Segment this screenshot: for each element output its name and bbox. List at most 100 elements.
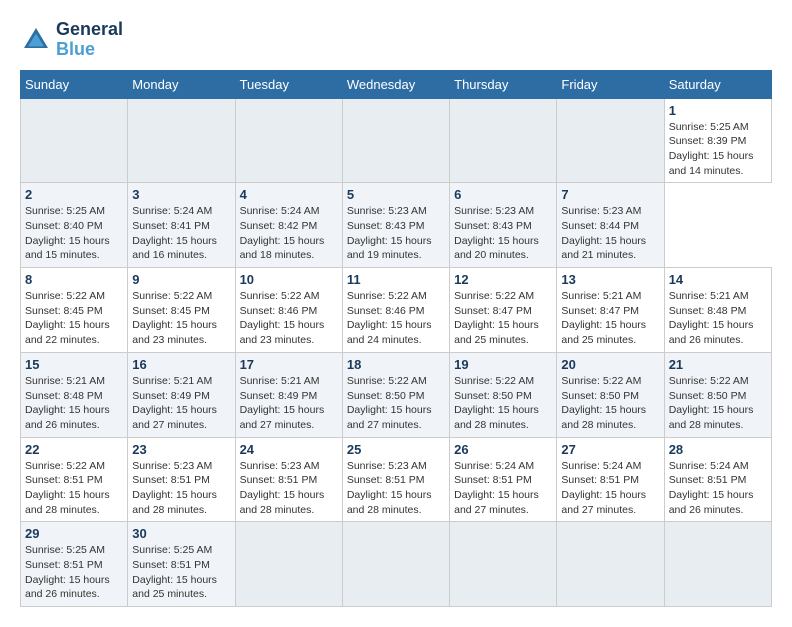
calendar-cell: 27 Sunrise: 5:24 AM Sunset: 8:51 PM Dayl…: [557, 437, 664, 522]
daylight-text: Daylight: 15 hours and 25 minutes.: [561, 318, 659, 347]
daylight-text: Daylight: 15 hours and 25 minutes.: [132, 573, 230, 602]
daylight-text: Daylight: 15 hours and 20 minutes.: [454, 234, 552, 263]
daylight-text: Daylight: 15 hours and 26 minutes.: [669, 488, 767, 517]
calendar-cell: 9 Sunrise: 5:22 AM Sunset: 8:45 PM Dayli…: [128, 268, 235, 353]
calendar-cell: 28 Sunrise: 5:24 AM Sunset: 8:51 PM Dayl…: [664, 437, 771, 522]
day-info: Sunrise: 5:24 AM Sunset: 8:42 PM Dayligh…: [240, 204, 338, 263]
calendar-cell: 7 Sunrise: 5:23 AM Sunset: 8:44 PM Dayli…: [557, 183, 664, 268]
day-number: 6: [454, 187, 552, 202]
daylight-text: Daylight: 15 hours and 23 minutes.: [132, 318, 230, 347]
sunset-text: Sunset: 8:51 PM: [240, 473, 338, 488]
daylight-text: Daylight: 15 hours and 28 minutes.: [561, 403, 659, 432]
calendar-cell: [235, 98, 342, 183]
day-of-week-wednesday: Wednesday: [342, 70, 449, 98]
calendar-cell: 5 Sunrise: 5:23 AM Sunset: 8:43 PM Dayli…: [342, 183, 449, 268]
day-info: Sunrise: 5:21 AM Sunset: 8:49 PM Dayligh…: [132, 374, 230, 433]
calendar-week-row: 8 Sunrise: 5:22 AM Sunset: 8:45 PM Dayli…: [21, 268, 772, 353]
day-number: 25: [347, 442, 445, 457]
sunset-text: Sunset: 8:51 PM: [132, 558, 230, 573]
day-number: 13: [561, 272, 659, 287]
sunrise-text: Sunrise: 5:24 AM: [669, 459, 767, 474]
calendar-cell: 4 Sunrise: 5:24 AM Sunset: 8:42 PM Dayli…: [235, 183, 342, 268]
sunrise-text: Sunrise: 5:21 AM: [669, 289, 767, 304]
sunrise-text: Sunrise: 5:25 AM: [669, 120, 767, 135]
daylight-text: Daylight: 15 hours and 26 minutes.: [669, 318, 767, 347]
day-info: Sunrise: 5:22 AM Sunset: 8:50 PM Dayligh…: [669, 374, 767, 433]
day-number: 3: [132, 187, 230, 202]
sunset-text: Sunset: 8:51 PM: [132, 473, 230, 488]
day-info: Sunrise: 5:21 AM Sunset: 8:48 PM Dayligh…: [25, 374, 123, 433]
day-number: 24: [240, 442, 338, 457]
sunset-text: Sunset: 8:42 PM: [240, 219, 338, 234]
day-number: 22: [25, 442, 123, 457]
daylight-text: Daylight: 15 hours and 25 minutes.: [454, 318, 552, 347]
daylight-text: Daylight: 15 hours and 27 minutes.: [561, 488, 659, 517]
sunrise-text: Sunrise: 5:23 AM: [347, 459, 445, 474]
day-info: Sunrise: 5:23 AM Sunset: 8:51 PM Dayligh…: [240, 459, 338, 518]
calendar-cell: [235, 522, 342, 607]
day-number: 11: [347, 272, 445, 287]
sunset-text: Sunset: 8:48 PM: [669, 304, 767, 319]
day-info: Sunrise: 5:25 AM Sunset: 8:39 PM Dayligh…: [669, 120, 767, 179]
calendar-cell: 8 Sunrise: 5:22 AM Sunset: 8:45 PM Dayli…: [21, 268, 128, 353]
calendar-cell: [557, 98, 664, 183]
day-info: Sunrise: 5:22 AM Sunset: 8:45 PM Dayligh…: [132, 289, 230, 348]
day-info: Sunrise: 5:23 AM Sunset: 8:51 PM Dayligh…: [347, 459, 445, 518]
calendar-cell: 25 Sunrise: 5:23 AM Sunset: 8:51 PM Dayl…: [342, 437, 449, 522]
daylight-text: Daylight: 15 hours and 23 minutes.: [240, 318, 338, 347]
sunset-text: Sunset: 8:46 PM: [347, 304, 445, 319]
sunrise-text: Sunrise: 5:22 AM: [347, 289, 445, 304]
calendar-cell: 29 Sunrise: 5:25 AM Sunset: 8:51 PM Dayl…: [21, 522, 128, 607]
day-info: Sunrise: 5:21 AM Sunset: 8:47 PM Dayligh…: [561, 289, 659, 348]
calendar-cell: [21, 98, 128, 183]
calendar-cell: 26 Sunrise: 5:24 AM Sunset: 8:51 PM Dayl…: [450, 437, 557, 522]
daylight-text: Daylight: 15 hours and 28 minutes.: [454, 403, 552, 432]
sunset-text: Sunset: 8:51 PM: [561, 473, 659, 488]
day-info: Sunrise: 5:22 AM Sunset: 8:47 PM Dayligh…: [454, 289, 552, 348]
calendar-cell: 10 Sunrise: 5:22 AM Sunset: 8:46 PM Dayl…: [235, 268, 342, 353]
sunrise-text: Sunrise: 5:22 AM: [454, 289, 552, 304]
sunrise-text: Sunrise: 5:23 AM: [454, 204, 552, 219]
sunrise-text: Sunrise: 5:24 AM: [561, 459, 659, 474]
daylight-text: Daylight: 15 hours and 27 minutes.: [347, 403, 445, 432]
sunrise-text: Sunrise: 5:22 AM: [132, 289, 230, 304]
daylight-text: Daylight: 15 hours and 27 minutes.: [132, 403, 230, 432]
day-info: Sunrise: 5:22 AM Sunset: 8:46 PM Dayligh…: [347, 289, 445, 348]
daylight-text: Daylight: 15 hours and 28 minutes.: [240, 488, 338, 517]
sunset-text: Sunset: 8:50 PM: [454, 389, 552, 404]
sunrise-text: Sunrise: 5:22 AM: [454, 374, 552, 389]
logo-icon: [20, 24, 52, 56]
sunset-text: Sunset: 8:47 PM: [454, 304, 552, 319]
calendar-cell: 20 Sunrise: 5:22 AM Sunset: 8:50 PM Dayl…: [557, 352, 664, 437]
day-number: 30: [132, 526, 230, 541]
sunrise-text: Sunrise: 5:23 AM: [561, 204, 659, 219]
sunset-text: Sunset: 8:44 PM: [561, 219, 659, 234]
day-info: Sunrise: 5:22 AM Sunset: 8:46 PM Dayligh…: [240, 289, 338, 348]
day-info: Sunrise: 5:25 AM Sunset: 8:40 PM Dayligh…: [25, 204, 123, 263]
calendar-cell: [342, 522, 449, 607]
day-number: 7: [561, 187, 659, 202]
day-info: Sunrise: 5:25 AM Sunset: 8:51 PM Dayligh…: [132, 543, 230, 602]
calendar-cell: 11 Sunrise: 5:22 AM Sunset: 8:46 PM Dayl…: [342, 268, 449, 353]
day-number: 20: [561, 357, 659, 372]
calendar-cell: 17 Sunrise: 5:21 AM Sunset: 8:49 PM Dayl…: [235, 352, 342, 437]
sunset-text: Sunset: 8:50 PM: [347, 389, 445, 404]
calendar-table: SundayMondayTuesdayWednesdayThursdayFrid…: [20, 70, 772, 608]
calendar-cell: 19 Sunrise: 5:22 AM Sunset: 8:50 PM Dayl…: [450, 352, 557, 437]
daylight-text: Daylight: 15 hours and 26 minutes.: [25, 573, 123, 602]
daylight-text: Daylight: 15 hours and 28 minutes.: [347, 488, 445, 517]
day-number: 5: [347, 187, 445, 202]
day-info: Sunrise: 5:22 AM Sunset: 8:50 PM Dayligh…: [347, 374, 445, 433]
sunrise-text: Sunrise: 5:24 AM: [454, 459, 552, 474]
day-info: Sunrise: 5:23 AM Sunset: 8:43 PM Dayligh…: [454, 204, 552, 263]
sunset-text: Sunset: 8:45 PM: [132, 304, 230, 319]
calendar-cell: 2 Sunrise: 5:25 AM Sunset: 8:40 PM Dayli…: [21, 183, 128, 268]
calendar-cell: [450, 522, 557, 607]
calendar-week-row: 15 Sunrise: 5:21 AM Sunset: 8:48 PM Dayl…: [21, 352, 772, 437]
day-number: 2: [25, 187, 123, 202]
calendar-cell: [450, 98, 557, 183]
sunrise-text: Sunrise: 5:25 AM: [25, 543, 123, 558]
daylight-text: Daylight: 15 hours and 28 minutes.: [25, 488, 123, 517]
sunset-text: Sunset: 8:51 PM: [25, 473, 123, 488]
daylight-text: Daylight: 15 hours and 24 minutes.: [347, 318, 445, 347]
